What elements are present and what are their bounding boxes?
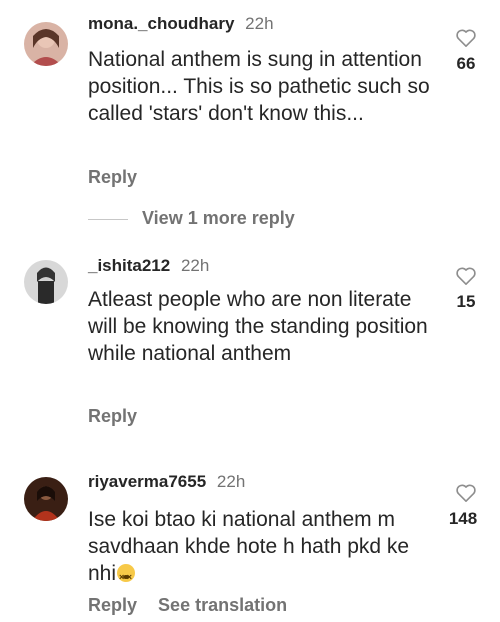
heart-outline-icon[interactable]: [446, 266, 486, 286]
reply-button[interactable]: Reply: [88, 406, 137, 426]
avatar[interactable]: [24, 22, 68, 66]
like-control: 148: [446, 483, 486, 529]
reply-button[interactable]: Reply: [88, 595, 137, 615]
avatar[interactable]: [24, 477, 68, 521]
comment-text: Ise koi btao ki national anthem m savdha…: [88, 506, 433, 591]
heart-outline-icon[interactable]: [446, 28, 486, 48]
comment-item: _ishita212 22h Atleast people who are no…: [0, 250, 500, 440]
timestamp: 22h: [216, 472, 246, 491]
view-more-replies-button[interactable]: View 1 more reply: [88, 208, 295, 229]
like-count: 15: [456, 292, 476, 311]
comment-text: National anthem is sung in attention pos…: [88, 48, 430, 125]
like-count: 148: [448, 509, 478, 528]
comment-item: mona._choudhary 22h National anthem is s…: [0, 0, 500, 200]
divider: [88, 218, 128, 220]
comment-actions: Reply: [88, 167, 153, 188]
like-control: 66: [446, 28, 486, 74]
comment-text-content: Ise koi btao ki national anthem m savdha…: [88, 508, 410, 585]
reply-button[interactable]: Reply: [88, 167, 137, 187]
like-count: 66: [456, 54, 476, 73]
dizzy-face-emoji-icon: [117, 564, 136, 591]
heart-outline-icon[interactable]: [446, 483, 486, 503]
comment-item: riyaverma7655 22h Ise koi btao ki nation…: [0, 465, 500, 622]
timestamp: 22h: [245, 14, 274, 33]
comment-actions: Reply: [88, 406, 153, 427]
username[interactable]: _ishita212: [88, 256, 170, 275]
comment-header: mona._choudhary 22h: [88, 14, 274, 34]
view-more-replies-label: View 1 more reply: [142, 208, 295, 228]
username[interactable]: mona._choudhary: [88, 14, 234, 33]
comment-actions: Reply See translation: [88, 595, 303, 616]
avatar[interactable]: [24, 260, 68, 304]
timestamp: 22h: [180, 256, 210, 275]
see-translation-button[interactable]: See translation: [158, 595, 287, 615]
comment-text: Atleast people who are non literate will…: [88, 288, 428, 365]
like-control: 15: [446, 266, 486, 312]
comment-header: riyaverma7655 22h: [88, 472, 245, 492]
username[interactable]: riyaverma7655: [88, 472, 206, 491]
comment-header: _ishita212 22h: [88, 256, 209, 276]
